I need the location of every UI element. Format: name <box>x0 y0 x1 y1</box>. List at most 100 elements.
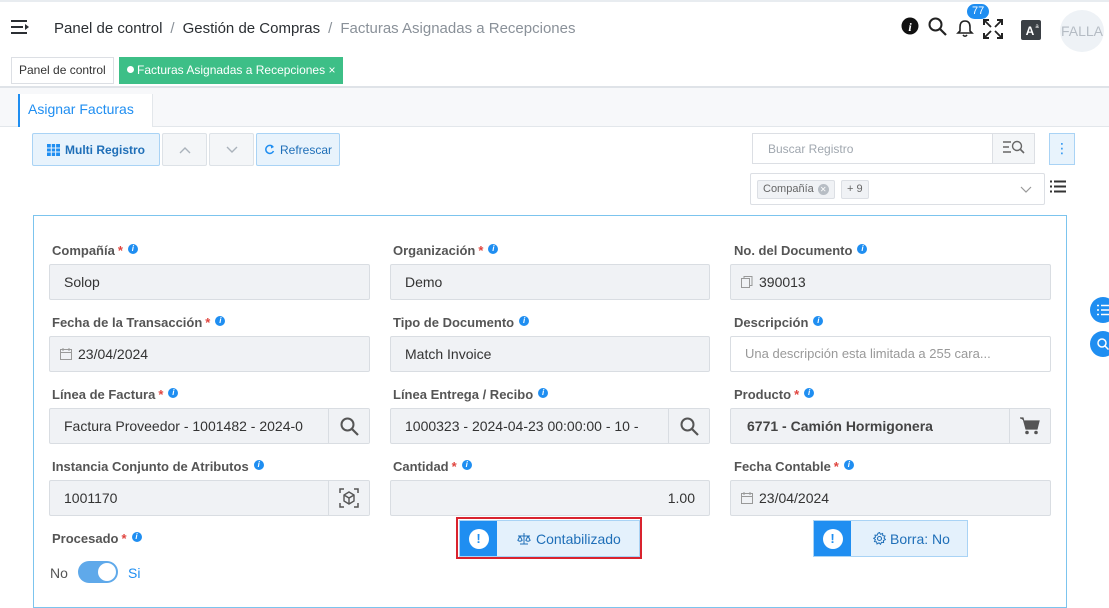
filter-chip-compania[interactable]: Compañía ✕ <box>757 180 835 199</box>
list-icon <box>1097 304 1109 316</box>
organization-label: Organización * i <box>393 243 499 258</box>
document-no-label: No. del Documento i <box>734 243 868 258</box>
avatar[interactable]: FALLA <box>1060 10 1104 52</box>
info-icon[interactable]: i <box>901 17 919 35</box>
copy-icon <box>741 276 753 288</box>
accounting-date-field[interactable]: 23/04/2024 <box>730 480 1051 516</box>
product-cart-button[interactable] <box>1009 409 1050 443</box>
company-field[interactable]: Solop <box>49 264 370 300</box>
notification-badge: 77 <box>967 4 990 19</box>
highlight-box <box>456 517 642 559</box>
info-icon[interactable]: i <box>168 388 179 398</box>
document-type-field[interactable]: Match Invoice <box>390 336 710 372</box>
transaction-date-field[interactable]: 23/04/2024 <box>49 336 370 372</box>
grid-icon <box>47 143 60 156</box>
product-label: Producto * i <box>734 387 815 402</box>
delete-status-button[interactable]: ! Borra: No <box>813 520 968 557</box>
organization-field[interactable]: Demo <box>390 264 710 300</box>
toggle-off-label: No <box>50 565 68 581</box>
receipt-line-field[interactable]: 1000323 - 2024-04-23 00:00:00 - 10 - <box>390 408 710 444</box>
processed-toggle[interactable] <box>78 561 118 583</box>
tab-label: Facturas Asignadas a Recepciones <box>137 63 326 77</box>
invoice-line-label: Línea de Factura * i <box>52 387 179 402</box>
receipt-line-search-button[interactable] <box>668 409 709 443</box>
toggle-on-label: Si <box>128 565 141 581</box>
active-dot-icon <box>127 66 134 73</box>
side-zoom-button[interactable] <box>1090 331 1109 357</box>
info-icon[interactable]: i <box>857 244 868 254</box>
gear-icon <box>873 532 886 545</box>
info-icon[interactable]: i <box>804 388 815 398</box>
quantity-field[interactable]: 1.00 <box>390 480 710 516</box>
delete-status-label: Borra: No <box>890 530 950 547</box>
attribute-instance-label: Instancia Conjunto de Atributos i <box>52 459 264 474</box>
calendar-icon <box>741 492 753 504</box>
previous-record-button[interactable] <box>162 133 207 166</box>
filter-select[interactable]: Compañía ✕ + 9 <box>750 173 1045 205</box>
top-bar: Panel de control / Gestión de Compras / Fact… <box>0 0 1109 54</box>
refresh-label: Refrescar <box>279 142 332 157</box>
processed-label: Procesado * i <box>52 531 142 546</box>
search-button[interactable] <box>992 134 1034 163</box>
cart-icon <box>1020 417 1040 435</box>
close-tab-icon[interactable]: × <box>328 63 335 77</box>
multi-record-label: Multi Registro <box>65 142 145 157</box>
invoice-line-field[interactable]: Factura Proveedor - 1001482 - 2024-0 <box>49 408 370 444</box>
fullscreen-icon[interactable] <box>983 19 1003 39</box>
subtabs-bar: Asignar Facturas <box>0 88 1109 127</box>
search-input[interactable]: Buscar Registro <box>752 133 1035 164</box>
breadcrumb: Panel de control / Gestión de Compras / Fact… <box>54 20 576 37</box>
search-icon[interactable] <box>928 17 947 36</box>
menu-toggle-icon[interactable] <box>11 19 31 35</box>
bell-icon[interactable] <box>956 19 974 38</box>
multi-record-button[interactable]: Multi Registro <box>32 133 160 166</box>
refresh-button[interactable]: Refrescar <box>256 133 340 166</box>
search-icon <box>680 417 699 436</box>
info-icon[interactable]: i <box>488 244 499 254</box>
next-record-button[interactable] <box>209 133 254 166</box>
info-icon[interactable]: i <box>843 460 854 470</box>
chevron-down-icon <box>226 146 237 153</box>
chevron-up-icon <box>179 146 190 153</box>
zoom-icon <box>1097 338 1109 350</box>
search-icon <box>340 417 359 436</box>
calendar-icon <box>60 348 72 360</box>
list-icon[interactable] <box>1050 180 1066 196</box>
info-icon[interactable]: i <box>813 316 824 326</box>
translate-icon[interactable]: Aa <box>1021 20 1041 40</box>
info-icon[interactable]: i <box>131 532 142 542</box>
tab-panel-de-control[interactable]: Panel de control <box>11 57 114 84</box>
refresh-icon <box>265 144 275 155</box>
document-no-field[interactable]: 390013 <box>730 264 1051 300</box>
cube-scan-icon <box>339 488 359 508</box>
breadcrumb-item[interactable]: Panel de control <box>54 20 162 37</box>
info-icon[interactable]: i <box>538 388 549 398</box>
more-options-button[interactable]: ⋮ <box>1049 133 1075 165</box>
description-label: Descripción i <box>734 315 824 330</box>
tab-facturas-asignadas[interactable]: Facturas Asignadas a Recepciones × <box>119 57 344 84</box>
search-placeholder: Buscar Registro <box>768 142 854 156</box>
side-list-button[interactable] <box>1090 297 1109 323</box>
attribute-instance-button[interactable] <box>328 481 369 515</box>
info-icon[interactable]: i <box>253 460 264 470</box>
breadcrumb-item[interactable]: Gestión de Compras <box>183 20 321 37</box>
description-field[interactable]: Una descripción esta limitada a 255 cara… <box>730 336 1051 372</box>
receipt-line-label: Línea Entrega / Recibo i <box>393 387 549 402</box>
alert-icon: ! <box>814 521 851 556</box>
info-icon[interactable]: i <box>519 316 530 326</box>
info-icon[interactable]: i <box>215 316 226 326</box>
product-field[interactable]: 6771 - Camión Hormigonera <box>730 408 1051 444</box>
accounting-date-label: Fecha Contable * i <box>734 459 854 474</box>
info-icon[interactable]: i <box>461 460 472 470</box>
filter-more-chip[interactable]: + 9 <box>841 180 869 199</box>
toggle-knob <box>98 563 116 581</box>
tabs-bar: Panel de control Facturas Asignadas a Re… <box>0 54 1109 88</box>
quantity-label: Cantidad * i <box>393 459 472 474</box>
invoice-line-search-button[interactable] <box>328 409 369 443</box>
company-label: Compañía * i <box>52 243 138 258</box>
tab-asignar-facturas[interactable]: Asignar Facturas <box>18 94 153 127</box>
info-icon[interactable]: i <box>127 244 138 254</box>
chip-close-icon[interactable]: ✕ <box>817 184 829 195</box>
attribute-instance-field[interactable]: 1001170 <box>49 480 370 516</box>
chevron-down-icon <box>1020 186 1032 193</box>
